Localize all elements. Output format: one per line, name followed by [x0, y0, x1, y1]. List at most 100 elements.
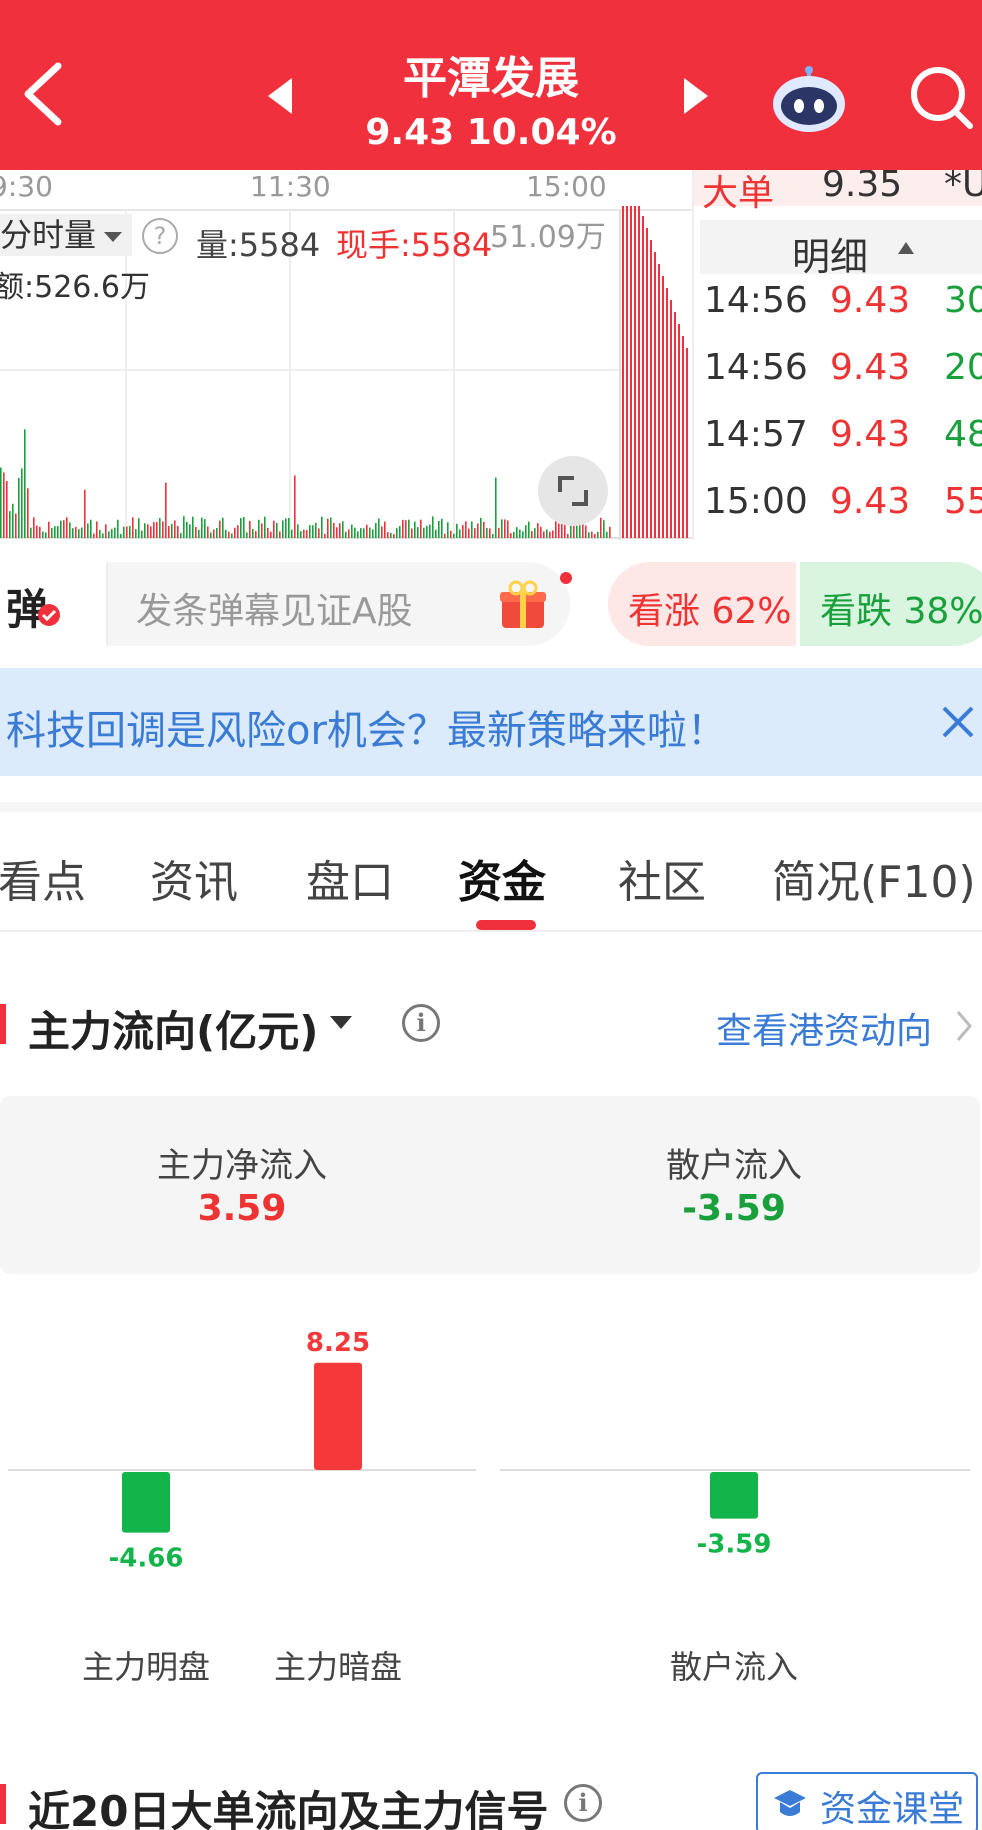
- volume-bar: [195, 526, 197, 538]
- tab-news[interactable]: 资讯: [150, 846, 238, 910]
- fund-flow-bar-chart: -4.66 主力明盘 8.25 主力暗盘 -3.59 散户流入: [8, 1328, 970, 1686]
- volume-bar: [204, 519, 206, 538]
- tick-volume: 558: [944, 481, 982, 522]
- volume-bar: [384, 521, 386, 538]
- info-icon[interactable]: i: [402, 1004, 440, 1042]
- volume-bar: [345, 531, 347, 538]
- info-icon[interactable]: i: [564, 1784, 602, 1822]
- volume-bar: [342, 521, 344, 538]
- volume-bar: [646, 228, 648, 538]
- volume-bar: [474, 528, 476, 538]
- tab-orderbook[interactable]: 盘口: [306, 846, 394, 910]
- volume-bar: [429, 524, 431, 538]
- volume-bar: [12, 503, 14, 538]
- volume-bar: [261, 523, 263, 538]
- volume-bar: [69, 522, 71, 538]
- vote-down-button[interactable]: 看跌 38%: [796, 562, 982, 646]
- volume-bar: [483, 521, 485, 538]
- hk-capital-link[interactable]: 查看港资动向: [716, 1002, 932, 1054]
- vote-up-button[interactable]: 看涨 62%: [608, 562, 804, 646]
- volume-bar: [420, 519, 422, 538]
- vote-up-label: 看涨 62%: [628, 591, 792, 632]
- volume-bar: [75, 526, 77, 538]
- volume-bar: [492, 533, 494, 538]
- volume-bar: [21, 468, 23, 538]
- danmu-toggle-button[interactable]: 弹: [0, 562, 108, 646]
- volume-bar: [306, 530, 308, 538]
- volume-bar: [276, 523, 278, 538]
- volume-bar: [435, 529, 437, 538]
- volume-bar: [18, 478, 20, 538]
- gift-icon[interactable]: [498, 580, 548, 630]
- volume-bar: [36, 525, 38, 538]
- volume-bar: [327, 518, 329, 538]
- volume-bar: [216, 528, 218, 538]
- volume-bar: [93, 533, 95, 538]
- volume-bar: [120, 533, 122, 538]
- volume-type-dropdown[interactable]: 分时量: [0, 214, 133, 256]
- volume-bar: [378, 518, 380, 538]
- volume-bar: [609, 526, 611, 538]
- volume-bar: [678, 324, 680, 538]
- volume-bar: [513, 531, 515, 538]
- close-icon[interactable]: [938, 698, 978, 746]
- tick-time: 14:57: [704, 414, 808, 455]
- tab-funds[interactable]: 资金: [458, 846, 546, 910]
- intraday-volume-chart[interactable]: 9:30 11:30 15:00 分时量 ? 量:5584 现手:5584 51…: [0, 170, 692, 540]
- volume-bar: [396, 528, 398, 538]
- details-header[interactable]: 明细: [700, 220, 982, 279]
- volume-bar: [144, 523, 146, 538]
- robot-assistant-icon[interactable]: [770, 64, 848, 134]
- volume-bar: [270, 531, 272, 538]
- fullscreen-button[interactable]: [538, 456, 608, 526]
- check-badge-icon: [38, 604, 60, 626]
- fund-classroom-label: 资金课堂: [820, 1789, 965, 1830]
- main-net-inflow-value: 3.59: [197, 1188, 287, 1229]
- volume-bar: [249, 520, 251, 538]
- volume-bar: [252, 529, 254, 538]
- volume-bar: [357, 531, 359, 538]
- tab-profile-f10[interactable]: 简况(F10): [772, 846, 976, 910]
- volume-bar: [333, 522, 335, 538]
- volume-bar: [519, 529, 521, 538]
- volume-bar: [213, 529, 215, 538]
- volume-bar: [315, 522, 317, 538]
- search-icon[interactable]: [908, 62, 974, 132]
- tab-community[interactable]: 社区: [618, 846, 706, 910]
- volume-bar: [507, 520, 509, 538]
- volume-bar: [108, 531, 110, 538]
- promo-banner[interactable]: 科技回调是风险or机会？最新策略来啦！: [0, 668, 982, 776]
- volume-bar: [634, 206, 636, 538]
- volume-bar: [312, 525, 314, 538]
- volume-bar: [267, 527, 269, 538]
- volume-bar: [444, 533, 446, 538]
- volume-bar: [303, 529, 305, 538]
- volume-bar: [150, 526, 152, 538]
- volume-bar: [540, 526, 542, 538]
- tab-highlights[interactable]: 看点: [0, 846, 86, 910]
- next-stock-arrow-icon[interactable]: [684, 78, 708, 114]
- tab-bar: 看点 资讯 盘口 资金 社区 简况(F10): [0, 812, 982, 932]
- active-tab-indicator: [476, 920, 536, 930]
- chevron-right-icon[interactable]: [954, 1008, 974, 1044]
- volume-bar: [650, 240, 652, 538]
- volume-bar: [441, 518, 443, 538]
- fund-flow-title[interactable]: 主力流向(亿元): [28, 998, 318, 1059]
- volume-bar: [78, 529, 80, 538]
- volume-bar: [594, 533, 596, 538]
- volume-bar: [210, 532, 212, 538]
- tick-time: 14:56: [704, 280, 808, 321]
- fund-classroom-button[interactable]: 资金课堂: [756, 1772, 978, 1830]
- help-icon[interactable]: ?: [142, 218, 178, 254]
- volume-bar: [414, 521, 416, 538]
- volume-bar: [66, 517, 68, 538]
- volume-bar: [171, 524, 173, 538]
- trade-details-panel[interactable]: 大单 9.35 *U 明细 14:56 9.43 30 14:56 9.43 2…: [692, 170, 982, 540]
- volume-bar: [393, 533, 395, 538]
- volume-bar: [399, 526, 401, 538]
- volume-bar: [240, 518, 242, 538]
- volume-bar: [180, 533, 182, 538]
- tick-time: 15:00: [704, 481, 808, 522]
- volume-bar: [546, 529, 548, 538]
- dropdown-caret-icon[interactable]: [330, 1016, 352, 1029]
